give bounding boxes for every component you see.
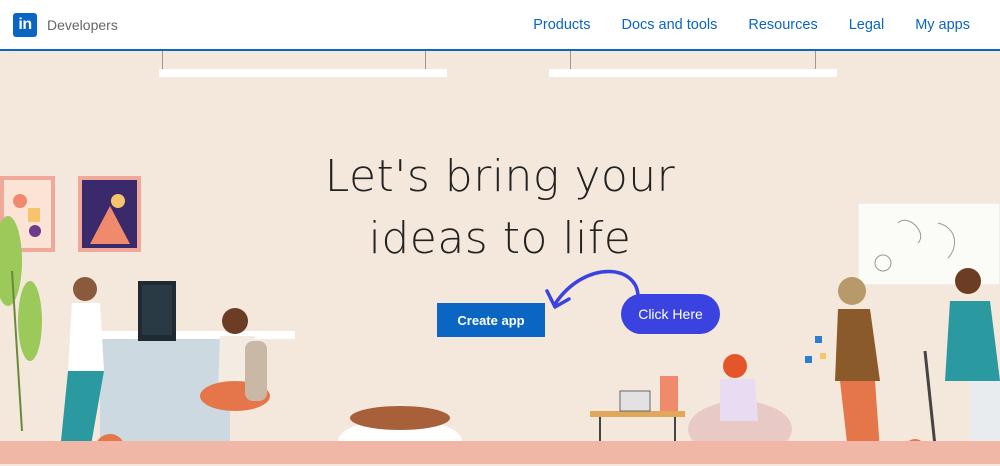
create-app-button[interactable]: Create app [437,303,545,337]
light-cord [815,51,816,69]
headline-line-2: ideas to life [368,213,632,264]
nav-legal[interactable]: Legal [849,17,884,33]
ceiling-light [549,69,837,77]
nav-my-apps[interactable]: My apps [915,17,970,33]
light-cord [425,51,426,69]
nav-docs-and-tools[interactable]: Docs and tools [621,17,717,33]
click-here-annotation: Click Here [621,294,720,334]
top-nav: in Developers Products Docs and tools Re… [0,0,1000,51]
nav-links: Products Docs and tools Resources Legal … [533,17,970,33]
nav-resources[interactable]: Resources [748,17,817,33]
people-collaborating-illustration [590,268,1000,461]
ceiling-light [159,69,447,77]
brand-label[interactable]: Developers [47,17,118,33]
light-cord [570,51,571,69]
linkedin-logo-icon[interactable]: in [13,13,37,37]
nav-products[interactable]: Products [533,17,590,33]
floor [0,441,1000,464]
headline-line-1: Let's bring your [324,151,676,202]
light-cord [162,51,163,69]
hero-section: Let's bring your ideas to life Create ap… [0,51,1000,464]
hero-headline: Let's bring your ideas to life [0,146,1000,270]
people-at-desk-illustration [60,277,295,461]
